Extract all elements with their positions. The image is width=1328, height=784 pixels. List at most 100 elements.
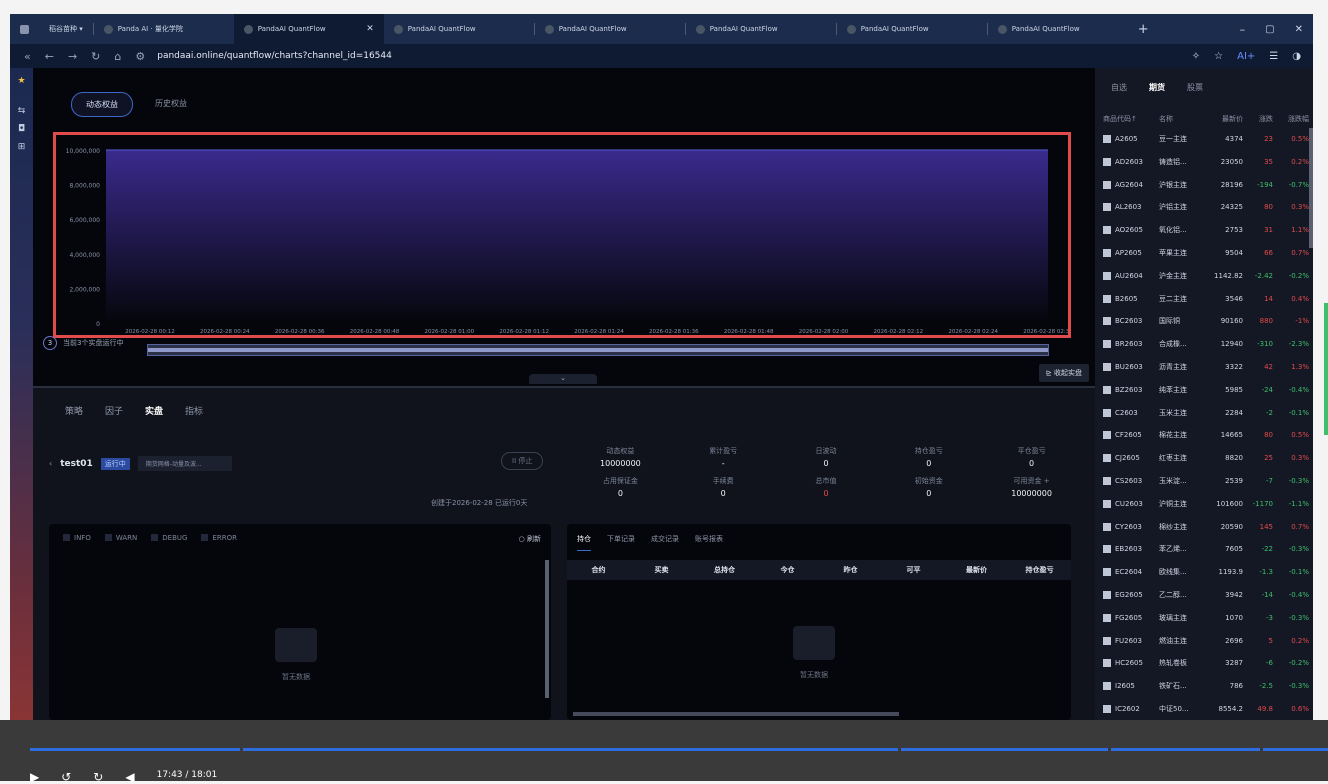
market-row[interactable]: BU2603 沥青主连 3322 42 1.3%: [1103, 356, 1309, 378]
side-handle[interactable]: [1324, 303, 1328, 435]
forward-icon[interactable]: ↻: [93, 770, 103, 784]
maximize-icon[interactable]: ▢: [1255, 14, 1284, 44]
market-row[interactable]: A2605 豆一主连 4374 23 0.5%: [1103, 128, 1309, 150]
add-watchlist-icon[interactable]: [1103, 157, 1111, 166]
back-chevron-icon[interactable]: ‹: [49, 459, 52, 468]
browser-tab[interactable]: 稻谷苗种 ▾: [39, 14, 93, 44]
market-row[interactable]: BR2603 合成橡... 12940 -310 -2.3%: [1103, 333, 1309, 355]
add-watchlist-icon[interactable]: [1103, 499, 1111, 508]
add-watchlist-icon[interactable]: [1103, 363, 1111, 371]
market-row[interactable]: AP2605 苹果主连 9504 66 0.7%: [1103, 242, 1309, 264]
add-watchlist-icon[interactable]: [1103, 408, 1111, 417]
market-row[interactable]: AG2604 沪银主连 28196 -194 -0.7%: [1103, 174, 1309, 196]
time-range-slider[interactable]: [147, 344, 1049, 356]
market-row[interactable]: AU2604 沪金主连 1142.82 -2.42 -0.2%: [1103, 265, 1309, 287]
toggle-history-equity[interactable]: 历史权益: [141, 92, 201, 117]
tab-switch-icon[interactable]: ⇆: [10, 106, 33, 116]
market-row[interactable]: EG2605 乙二醇... 3942 -14 -0.4%: [1103, 584, 1309, 606]
browser-tab[interactable]: PandaAI QuantFlow: [535, 14, 685, 44]
tab-watchlist[interactable]: 自选: [1111, 82, 1127, 93]
browser-tab-active[interactable]: PandaAI QuantFlow ✕: [233, 14, 384, 44]
add-watchlist-icon[interactable]: [1103, 226, 1111, 235]
scrollbar[interactable]: [573, 712, 899, 716]
reading-list-icon[interactable]: ☰: [1269, 51, 1278, 62]
add-watchlist-icon[interactable]: [1103, 659, 1111, 668]
market-row[interactable]: B2605 豆二主连 3546 14 0.4%: [1103, 288, 1309, 310]
market-row[interactable]: HC2605 热轧卷板 3287 -6 -0.2%: [1103, 652, 1309, 674]
market-row[interactable]: CU2603 沪铜主连 101600 -1170 -1.1%: [1103, 493, 1309, 515]
browser-tab[interactable]: PandaAI QuantFlow: [837, 14, 987, 44]
browser-tab[interactable]: PandaAI QuantFlow: [988, 14, 1128, 44]
market-row[interactable]: BZ2603 纯苯主连 5985 -24 -0.4%: [1103, 379, 1309, 401]
add-watchlist-icon[interactable]: [1103, 477, 1111, 485]
add-watchlist-icon[interactable]: [1103, 705, 1111, 713]
market-row[interactable]: CY2603 棉纱主连 20590 145 0.7%: [1103, 516, 1309, 538]
extension-icon[interactable]: ✧: [1192, 51, 1200, 62]
tab-indicator[interactable]: 指标: [185, 404, 203, 417]
add-watchlist-icon[interactable]: [1103, 249, 1111, 257]
filter-warn-checkbox[interactable]: WARN: [105, 534, 137, 542]
sidebar-toggle-icon[interactable]: «: [24, 50, 31, 63]
forward-icon[interactable]: →: [68, 50, 77, 63]
video-progress[interactable]: [30, 748, 1328, 751]
market-row[interactable]: BC2603 国际铜 90160 880 -1%: [1103, 310, 1309, 332]
market-row[interactable]: FU2603 燃油主连 2696 5 0.2%: [1103, 630, 1309, 652]
favorites-star-icon[interactable]: ★: [10, 76, 33, 86]
tab-futures[interactable]: 期货: [1149, 82, 1165, 93]
tab-factor[interactable]: 因子: [105, 404, 123, 417]
strategy-select[interactable]: 期货网格-动量及波...: [137, 456, 232, 471]
close-tab-icon[interactable]: ✕: [366, 24, 374, 34]
add-watchlist-icon[interactable]: [1103, 431, 1111, 440]
market-row[interactable]: AO2605 氧化铝... 2753 31 1.1%: [1103, 219, 1309, 241]
url-field[interactable]: pandaai.online/quantflow/charts?channel_…: [157, 51, 392, 61]
add-watchlist-icon[interactable]: [1103, 271, 1111, 280]
add-watchlist-icon[interactable]: [1103, 613, 1111, 622]
add-watchlist-icon[interactable]: [1103, 340, 1111, 349]
bookmark-star-icon[interactable]: ☆: [1214, 51, 1223, 62]
rewind-icon[interactable]: ↺: [61, 770, 71, 784]
browser-tab[interactable]: Panda AI · 量化学院: [94, 14, 234, 44]
window-menu-icon[interactable]: [10, 14, 39, 44]
market-row[interactable]: CJ2605 红枣主连 8820 25 0.3%: [1103, 447, 1309, 469]
add-panel-icon[interactable]: ⊞: [10, 142, 33, 152]
add-watchlist-icon[interactable]: [1103, 385, 1111, 394]
add-watchlist-icon[interactable]: [1103, 568, 1111, 577]
market-row[interactable]: EB2603 苯乙烯... 7605 -22 -0.3%: [1103, 538, 1309, 560]
market-row[interactable]: AL2603 沪铝主连 24325 80 0.3%: [1103, 196, 1309, 218]
tab-live[interactable]: 实盘: [145, 404, 163, 417]
market-row[interactable]: IC2602 中证50... 8554.2 49.8 0.6%: [1103, 698, 1309, 720]
filter-error-checkbox[interactable]: ERROR: [201, 534, 237, 542]
add-watchlist-icon[interactable]: [1103, 317, 1111, 326]
add-watchlist-icon[interactable]: [1103, 454, 1111, 463]
scrollbar[interactable]: [1309, 128, 1313, 248]
minimize-icon[interactable]: –: [1230, 14, 1256, 44]
add-watchlist-icon[interactable]: [1103, 682, 1111, 691]
add-watchlist-icon[interactable]: [1103, 522, 1111, 531]
browser-tab[interactable]: PandaAI QuantFlow: [686, 14, 836, 44]
home-icon[interactable]: ⌂: [114, 50, 121, 63]
market-row[interactable]: AD2603 铸造铝... 23050 35 0.2%: [1103, 151, 1309, 173]
add-watchlist-icon[interactable]: [1103, 203, 1111, 212]
collapse-live-button[interactable]: ⊵ 收起实盘: [1038, 364, 1089, 382]
tab-trades[interactable]: 成交记录: [651, 534, 679, 551]
browser-tab[interactable]: PandaAI QuantFlow: [384, 14, 534, 44]
close-window-icon[interactable]: ✕: [1285, 14, 1313, 44]
stop-button[interactable]: II 停止: [501, 452, 544, 470]
add-watchlist-icon[interactable]: [1103, 591, 1111, 599]
add-watchlist-icon[interactable]: [1103, 294, 1111, 303]
tab-positions[interactable]: 持仓: [577, 534, 591, 551]
market-row[interactable]: FG2605 玻璃主连 1070 -3 -0.3%: [1103, 607, 1309, 629]
profile-icon[interactable]: ◑: [1292, 51, 1301, 62]
reload-icon[interactable]: ↻: [91, 50, 100, 63]
volume-icon[interactable]: ◀: [125, 770, 134, 784]
tab-account-report[interactable]: 账号报表: [695, 534, 723, 551]
chevron-down-icon[interactable]: ⌄: [529, 374, 597, 384]
capture-icon[interactable]: ◘: [10, 124, 33, 134]
market-row[interactable]: CS2603 玉米淀... 2539 -7 -0.3%: [1103, 470, 1309, 492]
new-tab-button[interactable]: +: [1128, 14, 1159, 44]
add-watchlist-icon[interactable]: [1103, 545, 1111, 554]
tab-strategy[interactable]: 策略: [65, 404, 83, 417]
ai-button[interactable]: AI+: [1237, 51, 1255, 62]
tab-orders[interactable]: 下单记录: [607, 534, 635, 551]
tab-stocks[interactable]: 股票: [1187, 82, 1203, 93]
